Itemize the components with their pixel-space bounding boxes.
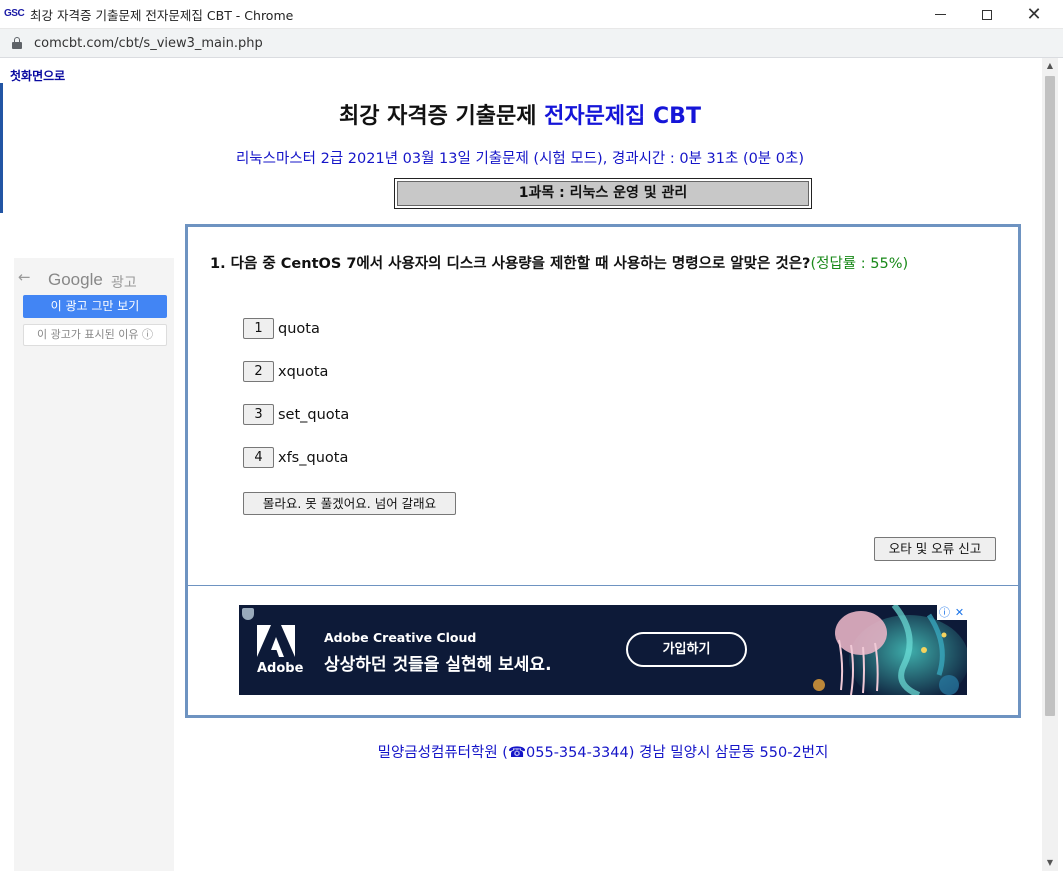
minimize-button[interactable] — [917, 0, 963, 29]
ad-label: 광고 — [111, 275, 137, 291]
google-logo: Google — [48, 270, 103, 289]
adobe-logo-text: Adobe — [257, 661, 304, 676]
report-error-button[interactable]: 오타 및 오류 신고 — [874, 537, 996, 561]
page-title-prefix: 최강 자격증 기출문제 — [339, 104, 545, 129]
ad-signup-button[interactable]: 가입하기 — [626, 632, 747, 667]
option-4-button[interactable]: 4 — [243, 447, 274, 468]
skip-question-button[interactable]: 몰라요. 못 풀겠어요. 넘어 갈래요 — [243, 492, 456, 515]
subject-header: 1과목 : 리눅스 운영 및 관리 — [394, 178, 812, 209]
url-text[interactable]: comcbt.com/cbt/s_view3_main.php — [34, 36, 263, 51]
option-1-text: quota — [278, 320, 320, 337]
window-titlebar: GSC 최강 자격증 기출문제 전자문제집 CBT - Chrome ✕ — [0, 0, 1063, 29]
option-4-text: xfs_quota — [278, 449, 349, 466]
lock-icon — [12, 37, 22, 49]
accuracy-rate: (정답률 : 55%) — [810, 256, 909, 272]
maximize-button[interactable] — [964, 0, 1010, 29]
option-2-text: xquota — [278, 363, 329, 380]
close-window-button[interactable]: ✕ — [1011, 0, 1057, 29]
option-3-text: set_quota — [278, 406, 350, 423]
adobe-banner-ad[interactable]: Adobe Adobe Creative Cloud 상상하던 것들을 실현해 … — [239, 605, 967, 695]
google-side-ad: ← Google 광고 이 광고 그만 보기 이 광고가 표시된 이유 ⓘ — [14, 258, 174, 871]
option-3-button[interactable]: 3 — [243, 404, 274, 425]
option-2[interactable]: 2 xquota — [243, 361, 328, 382]
stop-ad-button[interactable]: 이 광고 그만 보기 — [23, 295, 167, 318]
question-text: 1. 다음 중 CentOS 7에서 사용자의 디스크 사용량을 제한할 때 사… — [210, 254, 970, 274]
why-ad-button[interactable]: 이 광고가 표시된 이유 ⓘ — [23, 324, 167, 346]
footer-address: 밀양금성컴퓨터학원 (☎055-354-3344) 경남 밀양시 삼문동 550… — [377, 745, 829, 761]
minimize-icon — [934, 14, 946, 15]
adobe-logo-icon — [257, 625, 295, 657]
vertical-scrollbar[interactable]: ▲ ▼ — [1042, 58, 1058, 871]
ad-shield-icon — [242, 608, 254, 620]
question-body: 다음 중 CentOS 7에서 사용자의 디스크 사용량을 제한할 때 사용하는… — [230, 256, 811, 272]
ad-product-name: Adobe Creative Cloud — [324, 630, 477, 645]
option-3[interactable]: 3 set_quota — [243, 404, 349, 425]
option-1[interactable]: 1 quota — [243, 318, 320, 339]
subject-label: 1과목 : 리눅스 운영 및 관리 — [397, 181, 809, 206]
ad-slogan: 상상하던 것들을 실현해 보세요. — [324, 655, 552, 675]
ad-controls: ⓘ ✕ — [937, 605, 967, 620]
ad-close-icon[interactable]: ✕ — [952, 605, 967, 620]
page-title-highlight: 전자문제집 CBT — [544, 104, 701, 129]
exam-info: 리눅스마스터 2급 2021년 03월 13일 기출문제 (시험 모드), 경과… — [235, 151, 805, 167]
scroll-up-icon[interactable]: ▲ — [1042, 58, 1058, 74]
scroll-down-icon[interactable]: ▼ — [1042, 855, 1058, 871]
option-2-button[interactable]: 2 — [243, 361, 274, 382]
page-title: 최강 자격증 기출문제 전자문제집 CBT — [0, 98, 1040, 130]
question-number: 1. — [210, 256, 226, 272]
close-icon: ✕ — [1026, 3, 1042, 25]
window-title: 최강 자격증 기출문제 전자문제집 CBT - Chrome — [30, 7, 294, 23]
page-viewport: 첫화면으로 최강 자격증 기출문제 전자문제집 CBT 리눅스마스터 2급 20… — [0, 58, 1063, 871]
home-link[interactable]: 첫화면으로 — [10, 67, 65, 84]
scrollbar-thumb[interactable] — [1045, 76, 1055, 716]
maximize-icon — [982, 9, 992, 20]
back-arrow-icon[interactable]: ← — [18, 268, 31, 286]
ad-info-icon[interactable]: ⓘ — [937, 605, 952, 620]
option-1-button[interactable]: 1 — [243, 318, 274, 339]
option-4[interactable]: 4 xfs_quota — [243, 447, 348, 468]
address-bar[interactable]: comcbt.com/cbt/s_view3_main.php — [0, 29, 1063, 58]
question-divider — [188, 585, 1018, 586]
question-box: 1. 다음 중 CentOS 7에서 사용자의 디스크 사용량을 제한할 때 사… — [185, 224, 1021, 718]
site-favicon-icon: GSC — [4, 8, 25, 19]
